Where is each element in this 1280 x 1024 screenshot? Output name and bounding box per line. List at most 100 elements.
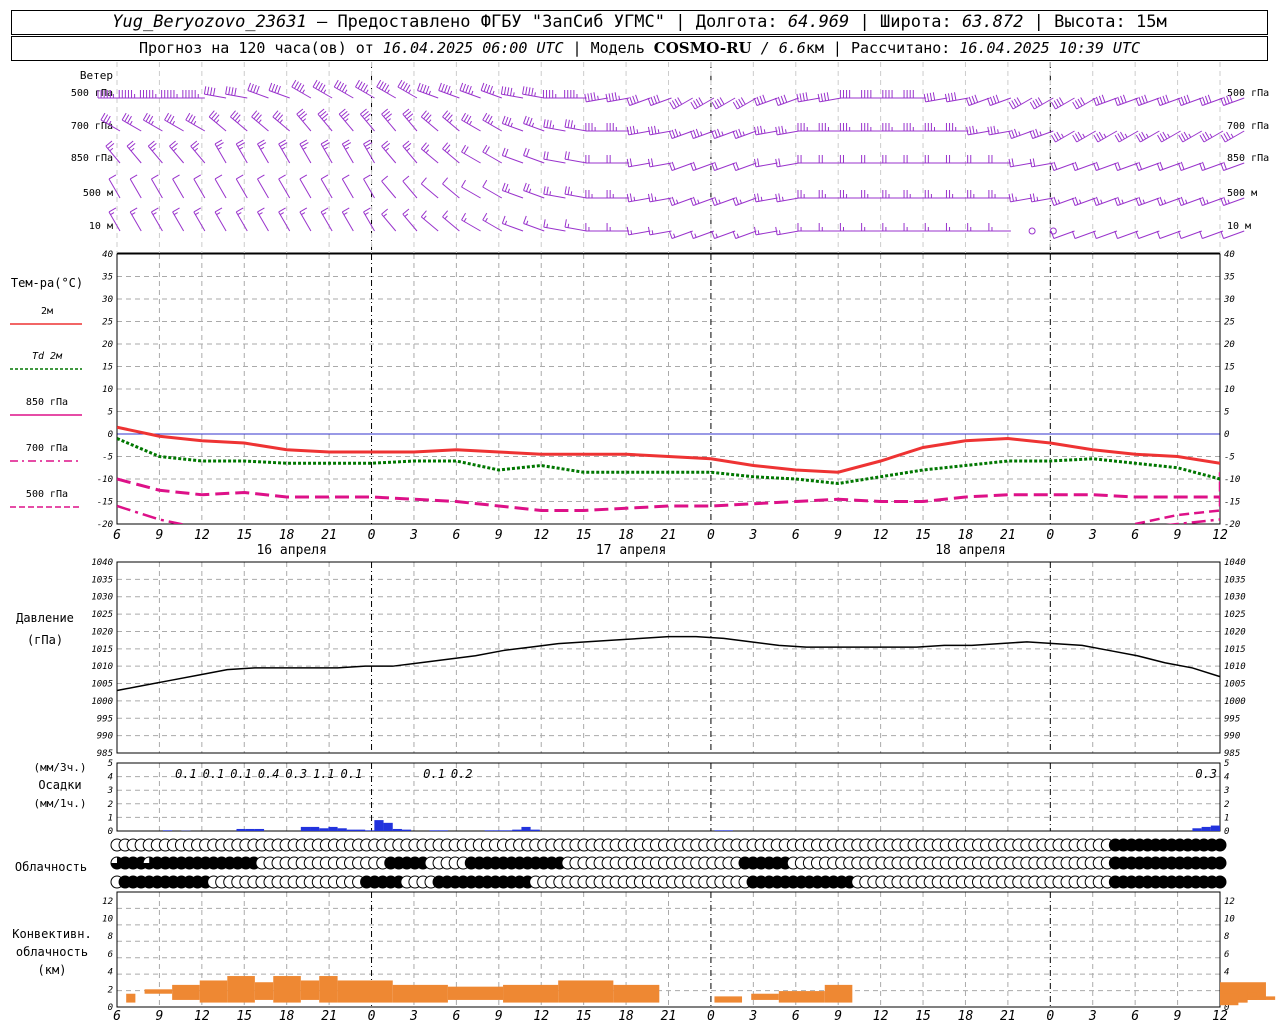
- wind-barb-feather: [523, 182, 527, 191]
- temp-tick-label-right: 40: [1224, 250, 1235, 260]
- wind-barb-half-feather: [552, 124, 555, 129]
- wind-barb-icon: [585, 123, 608, 132]
- conv-cloud-bar: [172, 984, 200, 1000]
- wind-barb-feather: [605, 93, 608, 102]
- wind-barb-half-feather: [302, 146, 307, 150]
- wind-barb-feather: [376, 79, 382, 88]
- wind-barb-feather: [629, 193, 633, 202]
- wind-barb-feather: [1011, 100, 1017, 108]
- wind-barb-feather: [164, 112, 170, 121]
- wind-barb-icon: [420, 110, 439, 132]
- wind-barb-half-feather: [507, 188, 510, 193]
- wind-barb-feather: [1220, 197, 1225, 206]
- wind-barb-feather: [277, 85, 281, 94]
- wind-barb-feather: [279, 142, 288, 148]
- wind-barb-feather: [461, 144, 466, 153]
- wind-barb-half-feather: [567, 223, 570, 228]
- wind-barb-feather: [543, 151, 546, 160]
- wind-barb-feather: [1165, 94, 1170, 103]
- pressure-tick-label-left: 1020: [91, 627, 113, 637]
- wind-barb-feather: [626, 193, 630, 202]
- temp-tick-label-left: 35: [101, 273, 113, 283]
- wind-barb-icon: [1071, 230, 1096, 239]
- wind-barb-feather: [342, 139, 350, 145]
- wind-barb-feather: [400, 81, 406, 89]
- wind-barb-feather: [420, 177, 427, 185]
- wind-barb-feather: [1095, 196, 1100, 205]
- precip-bar: [374, 820, 384, 831]
- wind-barb-feather: [1162, 95, 1167, 104]
- wind-barb-feather: [717, 128, 721, 137]
- wind-barb-icon: [363, 174, 375, 199]
- wind-barb-feather: [732, 230, 737, 239]
- precip-3h-sum-label: 0.2: [451, 767, 473, 781]
- meteogram: Ветер 500 гПа 500 гПа 700 гПа 700 гПа 850 гПа…: [10, 62, 1276, 1024]
- wind-barb-shaft: [172, 178, 185, 199]
- wind-barb-half-feather: [1209, 133, 1213, 138]
- wind-barb-feather: [805, 92, 808, 101]
- wind-barb-shaft: [299, 178, 312, 199]
- wind-barb-feather: [1014, 128, 1018, 137]
- wind-barb-feather: [626, 126, 630, 135]
- wind-barb-half-feather: [151, 147, 156, 152]
- wind-barb-feather: [1032, 193, 1036, 202]
- wind-barb-half-feather: [217, 146, 222, 150]
- wind-barb-icon: [203, 86, 227, 99]
- pressure-tick-label-left: 1005: [91, 680, 113, 690]
- wind-barb-feather: [1183, 131, 1189, 140]
- wind-barb-feather: [501, 215, 506, 224]
- wind-barb-feather: [757, 193, 760, 202]
- wind-barb-feather: [1074, 161, 1079, 170]
- conv-tick-label-left: 8: [108, 932, 113, 942]
- wind-barb-feather: [1032, 129, 1036, 138]
- wind-barb-feather: [1220, 230, 1225, 239]
- wind-barb-half-feather: [365, 89, 369, 94]
- time-tick-label-bottom: 12: [533, 1009, 549, 1024]
- wind-level-label-right: 500 м: [1227, 188, 1257, 199]
- wind-barb-feather: [671, 161, 676, 170]
- wind-level-label-right: 10 м: [1227, 221, 1251, 232]
- wind-barb-icon: [882, 123, 905, 132]
- time-tick-label-bottom: 6: [452, 1009, 460, 1024]
- wind-barb-feather: [756, 96, 761, 105]
- wind-barb-feather: [546, 119, 549, 128]
- time-tick-label: 15: [915, 528, 931, 543]
- wind-barb-half-feather: [1039, 131, 1042, 136]
- wind-barb-half-feather: [651, 230, 654, 235]
- wind-barb-shaft: [461, 186, 481, 199]
- wind-barb-shaft: [673, 97, 693, 110]
- wind-barb-icon: [1114, 196, 1139, 206]
- wind-barb-icon: [235, 207, 248, 232]
- wind-barb-feather: [1037, 97, 1043, 105]
- wind-barb-feather: [465, 84, 469, 93]
- wind-barb-half-feather: [1103, 133, 1107, 138]
- wind-barb-icon: [381, 140, 397, 164]
- wind-barb-icon: [1093, 230, 1118, 239]
- wind-barb-icon: [190, 140, 206, 164]
- wind-barb-half-feather: [281, 146, 286, 150]
- temp-tick-label-right: -15: [1224, 498, 1240, 508]
- wind-barb-feather: [944, 93, 948, 102]
- wind-barb-half-feather: [387, 118, 391, 122]
- wind-barb-half-feather: [678, 131, 682, 136]
- wind-barb-shaft: [1182, 130, 1203, 143]
- wind-barb-icon: [214, 207, 227, 232]
- wind-level-label-left: 500 гПа: [71, 88, 113, 99]
- wind-barb-half-feather: [279, 119, 283, 124]
- pressure-tick-label-left: 990: [97, 732, 113, 742]
- wind-barb-icon: [257, 139, 269, 164]
- wind-barb-half-feather: [366, 146, 371, 150]
- wind-barb-feather: [257, 207, 265, 213]
- wind-barb-feather: [257, 174, 265, 180]
- precip-3h-sum-label: 0.4: [258, 767, 280, 781]
- wind-barb-feather: [759, 95, 764, 104]
- wind-barb-icon: [584, 92, 608, 103]
- wind-barb-half-feather: [366, 118, 370, 122]
- wind-barb-feather: [802, 92, 805, 101]
- wind-barb-feather: [711, 197, 715, 206]
- wind-barb-icon: [1008, 97, 1033, 110]
- wind-barb-feather: [732, 197, 737, 206]
- time-tick-label: 9: [1174, 528, 1182, 543]
- wind-barb-icon: [193, 174, 206, 199]
- wind-barb-icon: [257, 174, 269, 199]
